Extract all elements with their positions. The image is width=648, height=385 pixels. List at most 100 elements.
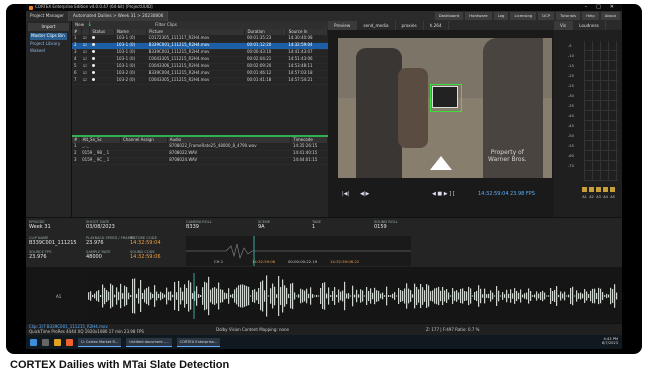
nav-dcp[interactable]: DCP xyxy=(538,12,555,20)
tab-send-media[interactable]: send_media xyxy=(357,21,396,30)
bin-master-clips[interactable]: Master Clips Bin xyxy=(30,33,67,40)
video-frame[interactable]: Property of Warner Bros. xyxy=(338,38,552,178)
status-dot-icon xyxy=(91,35,95,39)
waveform-bar xyxy=(100,295,102,297)
table-row[interactable]: 2 0159 _ 9B _ 1 8708022.WAV 14:41:40:15 xyxy=(72,150,328,158)
nav-about[interactable]: About xyxy=(600,12,620,20)
waveform-bar xyxy=(122,293,124,299)
table-row[interactable]: 5 ☑ 103-1 (0) C0043306_111215_R2H4.mov 00:02… xyxy=(72,63,328,71)
waveform-bar xyxy=(358,294,360,298)
table-row[interactable]: 6 ☑ 103-2 (0) B339C004_111215_R2H4.mov 00:01… xyxy=(72,70,328,78)
channel-toggle[interactable] xyxy=(603,187,608,192)
close-icon[interactable]: ✕ xyxy=(610,4,614,11)
folder-icon[interactable] xyxy=(54,338,61,346)
metadata-panel: EPISODE Week 31 SHOOT DATE 03/08/2023 CLIP… xyxy=(26,217,622,267)
frame-step-icon[interactable]: ◀|▶ xyxy=(360,191,369,198)
track-label: A1 xyxy=(56,294,62,299)
import-button[interactable]: Import xyxy=(28,23,69,31)
field-source-fps[interactable]: SOURCE FPS 23.976 xyxy=(29,250,52,261)
tab-proxies[interactable]: proxies xyxy=(396,21,424,30)
tab-automated-dailies[interactable]: Automated Dailies > Week 31 > 20230806 xyxy=(69,11,169,21)
tab-preview[interactable]: Preview xyxy=(328,21,358,30)
waveform-bar xyxy=(316,294,318,298)
project-panel: Import Master Clips Bin Project Library … xyxy=(26,21,72,217)
waveform-bar xyxy=(376,290,378,302)
table-row[interactable]: 1 ☑ 103-1 (0) C0172305_111117_R2H4.mov 00:01… xyxy=(72,35,328,43)
waveform-bar xyxy=(560,291,562,301)
taskbar-app[interactable]: U: Cortex Market R... xyxy=(78,337,122,347)
field-shoot-date[interactable]: SHOOT DATE 03/08/2023 xyxy=(86,220,115,231)
waveform-bar xyxy=(394,292,396,300)
play-controls[interactable]: ◀ ■ ▶ ] [ xyxy=(432,191,455,198)
channel-toggle[interactable] xyxy=(582,187,587,192)
waveform-graphic[interactable] xyxy=(88,273,618,319)
field-sample-rate[interactable]: SAMPLE RATE 48000 xyxy=(86,250,111,261)
bin-wakeel[interactable]: Wakeel xyxy=(30,48,67,54)
waveform-bar xyxy=(458,292,460,300)
field-sound-roll[interactable]: SOUND ROLL 0159 xyxy=(374,220,398,231)
waveform-bar xyxy=(444,290,446,302)
start-icon[interactable] xyxy=(30,338,37,346)
tab-h264[interactable]: h.264 xyxy=(424,21,449,30)
waveform-bar xyxy=(478,285,480,307)
app-window: CORTEX Enterprise Edition v4.0.0.47 (64-… xyxy=(26,4,622,349)
nav-help[interactable]: Help xyxy=(582,12,599,20)
field-scene[interactable]: SCENE 9A xyxy=(258,220,270,231)
filter-clips-input[interactable]: Filter Clips xyxy=(155,22,177,28)
waveform-bar xyxy=(200,294,202,298)
taskbar-app[interactable]: Untitled document -... xyxy=(126,337,172,347)
field-playback-fps[interactable]: PLAYBACK SPEED / FRAMES 23.976 xyxy=(86,236,135,247)
field-episode[interactable]: EPISODE Week 31 xyxy=(29,220,51,231)
tab-loudness[interactable]: Loudness xyxy=(573,21,606,30)
table-row[interactable]: 3 0159 _ 9C _ 1 8708024.WAV 14:44:01:15 xyxy=(72,157,328,165)
minimize-icon[interactable]: – xyxy=(585,4,588,11)
play-overlay-icon[interactable] xyxy=(430,156,452,170)
caption: CORTEX Dailies with MTai Slate Detection xyxy=(10,359,230,371)
taskbar-app[interactable]: CORTEX Enterprise... xyxy=(176,337,221,347)
waveform-bar xyxy=(306,288,308,304)
waveform-bar xyxy=(442,286,444,306)
channel-toggle[interactable] xyxy=(596,187,601,192)
field-picture-tc[interactable]: PICTURE CODE 14:32:59:04 xyxy=(130,236,161,247)
clock[interactable]: 4:43 PM 8/7/2023 xyxy=(602,337,622,346)
waveform-bar xyxy=(612,289,614,303)
waveform-bar xyxy=(616,292,618,300)
browser-icon[interactable] xyxy=(66,338,73,346)
search-icon[interactable] xyxy=(42,338,49,346)
table-row[interactable]: 7 ☑ 103-2 (0) C0043305_111215_R2H4.mov 00:01… xyxy=(72,77,328,85)
nav-log[interactable]: Log xyxy=(493,12,509,20)
waveform-bar xyxy=(486,294,488,298)
field-camera-roll[interactable]: CAMERA ROLL B339 xyxy=(186,220,212,231)
wf-tc1: 14:32:59:06 xyxy=(252,259,276,264)
menu-bar: Project Manager Automated Dailies > Week… xyxy=(26,11,622,21)
waveform-bar xyxy=(428,285,430,307)
channel-toggle[interactable] xyxy=(610,187,615,192)
waveform-bar xyxy=(508,293,510,299)
channel-toggle[interactable] xyxy=(589,187,594,192)
field-sound-tc[interactable]: SOUND CODE 14:32:59:06 xyxy=(130,250,161,261)
tab-project-manager[interactable]: Project Manager xyxy=(26,11,70,21)
table-row[interactable]: 1 _.._ 8708022_FrameRate25_48000_8_4790.wa… xyxy=(72,143,328,151)
field-take[interactable]: TAKE 1 xyxy=(312,220,321,231)
table-row[interactable]: 4 ☑ 103-1 (0) C0043305_111215_R2H4.mov 00:02… xyxy=(72,56,328,64)
nav-licensing[interactable]: Licensing xyxy=(510,12,537,20)
waveform-bar xyxy=(482,294,484,298)
field-clip-name[interactable]: CLIP NAME B339C001_111215 xyxy=(29,236,77,247)
bin-project-library[interactable]: Project Library xyxy=(30,41,67,47)
waveform-bar xyxy=(534,294,536,298)
table-row[interactable]: 3 ☑ 103-1 (0) B339C003_111215_R2H4.mov 00:00… xyxy=(72,49,328,57)
table-row[interactable]: 2 ☑ 103-1 (0) B339C001_111215_R2H4.mov 00:01… xyxy=(72,42,328,50)
title-bar: CORTEX Enterprise Edition v4.0.0.47 (64-… xyxy=(26,4,622,11)
maximize-icon[interactable]: □ xyxy=(596,4,601,11)
mark-in-icon[interactable]: |◀| xyxy=(342,191,349,198)
waveform-bar xyxy=(290,283,292,309)
waveform-bar xyxy=(348,293,350,299)
waveform-bar xyxy=(318,295,320,297)
nav-dashboard[interactable]: Dashboard xyxy=(434,12,464,20)
timeline-waveform[interactable]: A1 xyxy=(26,267,622,323)
nav-tutorials[interactable]: Tutorials xyxy=(556,12,581,20)
nav-hardware[interactable]: Hardware xyxy=(465,12,492,20)
tab-vis[interactable]: Vis xyxy=(554,21,574,30)
waveform-bar xyxy=(506,289,508,303)
new-button[interactable]: New xyxy=(75,22,84,28)
